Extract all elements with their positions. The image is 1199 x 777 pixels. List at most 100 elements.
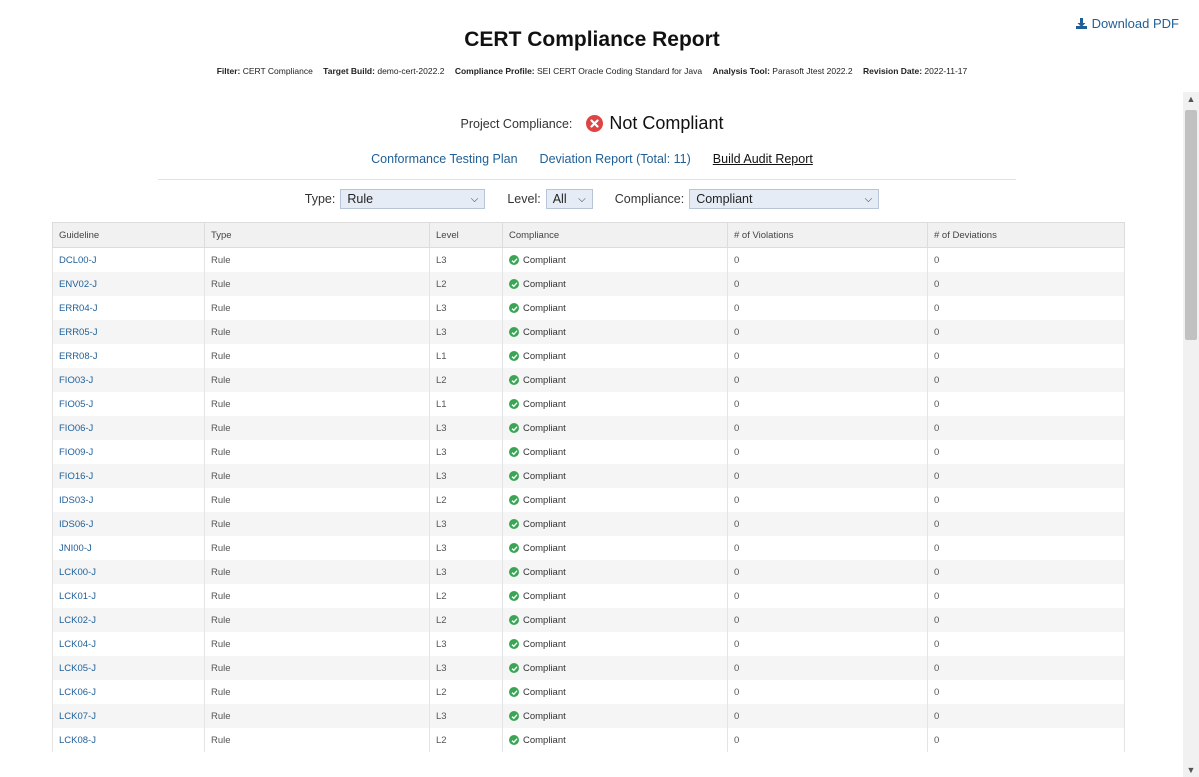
deviations-cell: 0: [927, 392, 1125, 416]
column-header[interactable]: Type: [204, 222, 430, 248]
column-header[interactable]: Compliance: [502, 222, 728, 248]
violations-cell: 0: [727, 392, 928, 416]
table-row: DCL00-J Rule L3 Compliant 0 0: [52, 247, 1125, 272]
guideline-link[interactable]: LCK05-J: [52, 656, 205, 680]
compliance-status: Compliant: [509, 447, 721, 458]
violations-cell: 0: [727, 416, 928, 440]
deviations-cell: 0: [927, 656, 1125, 680]
chevron-down-icon: ⌵: [470, 193, 479, 205]
scrollbar-thumb[interactable]: [1185, 110, 1197, 340]
type-filter-label: Type:: [304, 192, 336, 206]
level-cell: L2: [429, 680, 503, 704]
guideline-link[interactable]: LCK01-J: [52, 584, 205, 608]
guideline-link[interactable]: FIO03-J: [52, 368, 205, 392]
compliance-status: Compliant: [509, 711, 721, 722]
guideline-link[interactable]: ERR05-J: [52, 320, 205, 344]
level-cell: L2: [429, 488, 503, 512]
guideline-link[interactable]: FIO09-J: [52, 440, 205, 464]
compliance-filter-value: Compliant: [696, 192, 753, 206]
compliance-status: Compliant: [509, 351, 721, 362]
type-cell: Rule: [204, 728, 430, 752]
guideline-link[interactable]: LCK06-J: [52, 680, 205, 704]
type-cell: Rule: [204, 247, 430, 272]
table-row: LCK07-J Rule L3 Compliant 0 0: [52, 704, 1125, 728]
vertical-scrollbar[interactable]: ▲ ▼: [1183, 92, 1199, 777]
check-circle-icon: [509, 543, 519, 553]
violations-cell: 0: [727, 440, 928, 464]
compliance-cell: Compliant: [502, 440, 728, 464]
compliance-text: Compliant: [523, 542, 566, 554]
compliance-cell: Compliant: [502, 560, 728, 584]
conformance-testing-plan-link[interactable]: Conformance Testing Plan: [371, 152, 517, 166]
violations-cell: 0: [727, 512, 928, 536]
project-compliance-status: Not Compliant: [586, 113, 723, 134]
guideline-link[interactable]: JNI00-J: [52, 536, 205, 560]
revision-date-value: 2022-11-17: [924, 66, 968, 76]
type-cell: Rule: [204, 464, 430, 488]
deviations-cell: 0: [927, 247, 1125, 272]
guidelines-table-container: Guideline Type Level Compliance # of Violati…: [52, 222, 1125, 752]
filter-label: Filter:: [216, 66, 241, 76]
guideline-link[interactable]: LCK07-J: [52, 704, 205, 728]
level-cell: L3: [429, 632, 503, 656]
compliance-status: Compliant: [509, 471, 721, 482]
filter-bar: Type: Rule ⌵ Level: All ⌵ Compliance: Co…: [0, 189, 1184, 209]
scroll-up-arrow-icon[interactable]: ▲: [1183, 92, 1199, 106]
table-row: LCK01-J Rule L2 Compliant 0 0: [52, 584, 1125, 608]
compliance-status: Compliant: [509, 663, 721, 674]
violations-cell: 0: [727, 344, 928, 368]
build-audit-report-link[interactable]: Build Audit Report: [713, 152, 813, 166]
guideline-link[interactable]: LCK00-J: [52, 560, 205, 584]
check-circle-icon: [509, 519, 519, 529]
compliance-status: Compliant: [509, 303, 721, 314]
table-header-row: Guideline Type Level Compliance # of Violati…: [52, 222, 1125, 248]
compliance-status: Compliant: [509, 615, 721, 626]
guideline-link[interactable]: LCK02-J: [52, 608, 205, 632]
deviation-report-link[interactable]: Deviation Report (Total: 11): [540, 152, 691, 166]
guideline-link[interactable]: ERR08-J: [52, 344, 205, 368]
level-cell: L3: [429, 416, 503, 440]
type-cell: Rule: [204, 608, 430, 632]
check-circle-icon: [509, 423, 519, 433]
project-compliance-label: Project Compliance:: [460, 116, 573, 131]
level-filter-label: Level:: [507, 192, 541, 206]
column-header[interactable]: Guideline: [52, 222, 205, 248]
column-header[interactable]: # of Deviations: [927, 222, 1125, 248]
deviations-cell: 0: [927, 464, 1125, 488]
compliance-profile-label: Compliance Profile:: [454, 66, 535, 76]
scroll-down-arrow-icon[interactable]: ▼: [1183, 763, 1199, 777]
guideline-link[interactable]: LCK04-J: [52, 632, 205, 656]
table-body: DCL00-J Rule L3 Compliant 0 0 ENV02-J Rule L2 Com…: [52, 247, 1125, 752]
guideline-link[interactable]: ENV02-J: [52, 272, 205, 296]
check-circle-icon: [509, 351, 519, 361]
type-cell: Rule: [204, 584, 430, 608]
guideline-link[interactable]: LCK08-J: [52, 728, 205, 752]
compliance-text: Compliant: [523, 374, 566, 386]
deviations-cell: 0: [927, 632, 1125, 656]
guideline-link[interactable]: IDS06-J: [52, 512, 205, 536]
type-filter-select[interactable]: Rule ⌵: [340, 189, 486, 209]
column-header[interactable]: Level: [429, 222, 503, 248]
guideline-link[interactable]: DCL00-J: [52, 247, 205, 272]
guideline-link[interactable]: IDS03-J: [52, 488, 205, 512]
column-header[interactable]: # of Violations: [727, 222, 928, 248]
deviations-cell: 0: [927, 680, 1125, 704]
report-metadata: Filter: CERT Compliance Target Build: de…: [0, 66, 1184, 76]
guideline-link[interactable]: FIO05-J: [52, 392, 205, 416]
deviations-cell: 0: [927, 728, 1125, 752]
compliance-text: Compliant: [523, 326, 566, 338]
compliance-status: Compliant: [509, 495, 721, 506]
guideline-link[interactable]: ERR04-J: [52, 296, 205, 320]
report-links: Conformance Testing Plan Deviation Repor…: [0, 152, 1184, 166]
deviations-cell: 0: [927, 440, 1125, 464]
table-row: FIO05-J Rule L1 Compliant 0 0: [52, 392, 1125, 416]
type-cell: Rule: [204, 680, 430, 704]
compliance-filter-select[interactable]: Compliant ⌵: [689, 189, 880, 209]
table-row: LCK05-J Rule L3 Compliant 0 0: [52, 656, 1125, 680]
violations-cell: 0: [727, 680, 928, 704]
level-filter-select[interactable]: All ⌵: [545, 189, 593, 209]
analysis-tool-value: Parasoft Jtest 2022.2: [772, 66, 853, 76]
guideline-link[interactable]: FIO16-J: [52, 464, 205, 488]
compliance-cell: Compliant: [502, 512, 728, 536]
guideline-link[interactable]: FIO06-J: [52, 416, 205, 440]
